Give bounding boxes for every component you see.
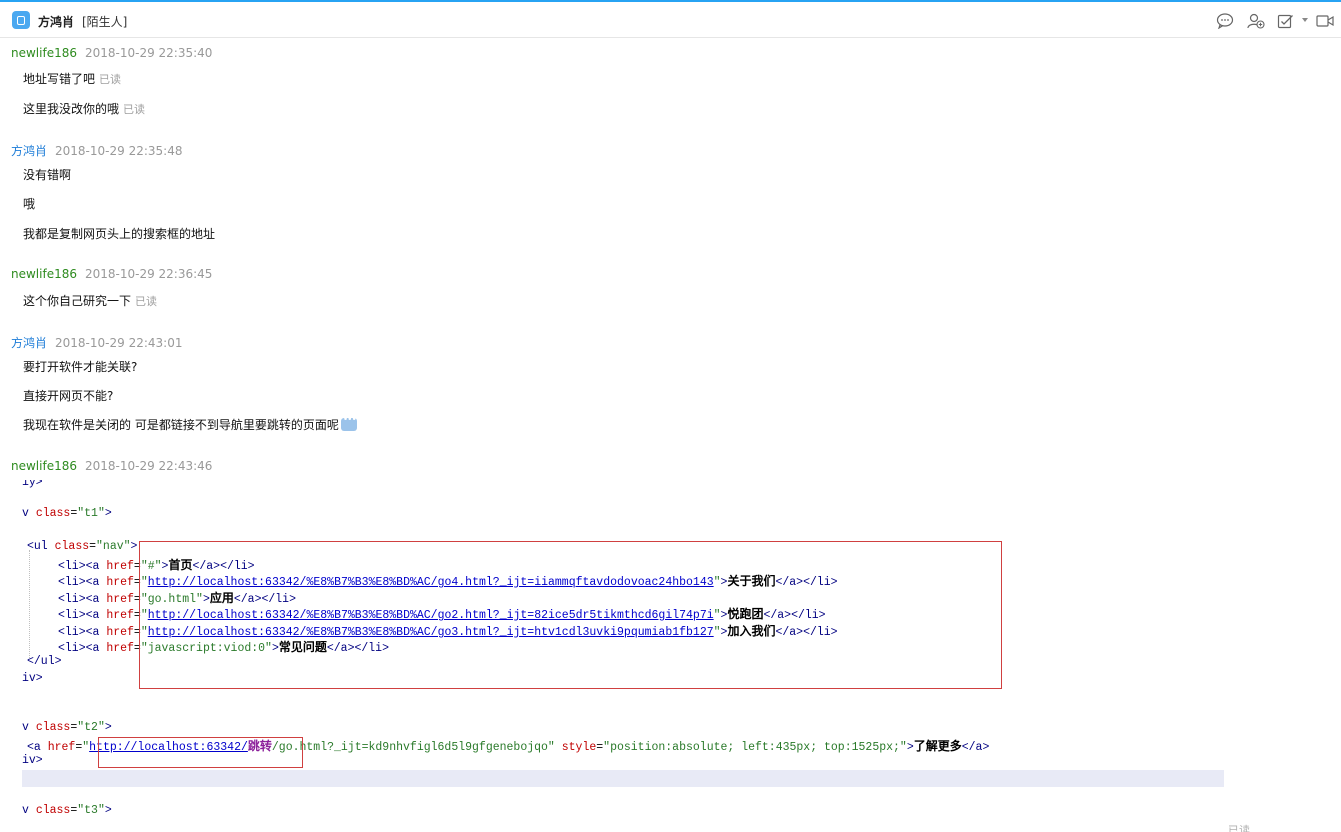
message-time: 2018-10-29 22:35:48: [55, 144, 183, 158]
message-text: 要打开软件才能关联?: [23, 360, 138, 374]
code-line: </ul>: [27, 655, 62, 668]
annotation-box-url: [98, 737, 303, 768]
message-time: 2018-10-29 22:35:40: [84, 46, 213, 60]
message-time: 2018-10-29 22:43:01: [55, 336, 183, 350]
ellipsis-emoji-icon: [340, 415, 357, 431]
read-status: 已读: [123, 103, 146, 116]
message-header: newlife186 2018-10-29 22:35:40: [11, 46, 212, 60]
contact-status-tag: [陌生人]: [82, 15, 128, 29]
message-time: 2018-10-29 22:36:45: [84, 267, 213, 281]
sender-name[interactable]: newlife186: [11, 46, 77, 60]
message-text: 哦: [23, 197, 36, 211]
code-line: iv>: [22, 672, 43, 685]
highlighted-line: [22, 770, 1224, 787]
code-line: v class="t1">: [22, 507, 112, 520]
sender-name[interactable]: newlife186: [11, 267, 77, 281]
chat-bubble-icon[interactable]: [1216, 13, 1234, 29]
sender-name[interactable]: 方鸿肖: [11, 144, 47, 158]
message-text: 这里我没改你的哦 已读: [23, 102, 146, 116]
message-text: 直接开网页不能?: [23, 389, 114, 403]
chat-title-bar: 方鸿肖 [陌生人]: [0, 2, 1341, 38]
code-line: v class="t3">: [22, 804, 112, 817]
indent-guide: [29, 550, 30, 658]
code-line: v class="t2">: [22, 721, 112, 734]
sender-name[interactable]: newlife186: [11, 459, 77, 473]
video-call-icon[interactable]: [1316, 13, 1334, 29]
message-header: newlife186 2018-10-29 22:36:45: [11, 267, 212, 281]
add-user-icon[interactable]: [1247, 13, 1265, 29]
contact-avatar-icon[interactable]: [12, 11, 30, 29]
message-header: 方鸿肖 2018-10-29 22:35:48: [11, 142, 182, 159]
message-header: newlife186 2018-10-29 22:43:46: [11, 459, 212, 473]
code-line: iv>: [22, 754, 43, 767]
read-status: 已读: [99, 73, 122, 86]
message-header: 方鸿肖 2018-10-29 22:43:01: [11, 334, 182, 351]
message-time: 2018-10-29 22:43:46: [84, 459, 213, 473]
code-line: iy>: [22, 480, 43, 489]
read-status: 已读: [135, 295, 158, 308]
message-text: 没有错啊: [23, 168, 72, 182]
contact-name[interactable]: 方鸿肖: [38, 13, 74, 30]
message-text: 地址写错了吧 已读: [23, 72, 122, 86]
sender-name[interactable]: 方鸿肖: [11, 336, 47, 350]
annotation-box-nav: [139, 541, 1002, 689]
read-status: 已读: [1228, 824, 1250, 832]
message-text: 这个你自己研究一下 已读: [23, 294, 158, 308]
message-text: 我都是复制网页头上的搜索框的地址: [23, 227, 216, 241]
code-line: <ul class="nav">: [27, 540, 138, 553]
chevron-down-icon[interactable]: [1302, 18, 1308, 22]
task-check-icon[interactable]: [1277, 13, 1295, 29]
message-text: 我现在软件是关闭的 可是都链接不到导航里要跳转的页面呢: [23, 415, 357, 433]
code-screenshot-image[interactable]: iy> v class="t1"> <ul class="nav"> <li><…: [22, 480, 1224, 818]
